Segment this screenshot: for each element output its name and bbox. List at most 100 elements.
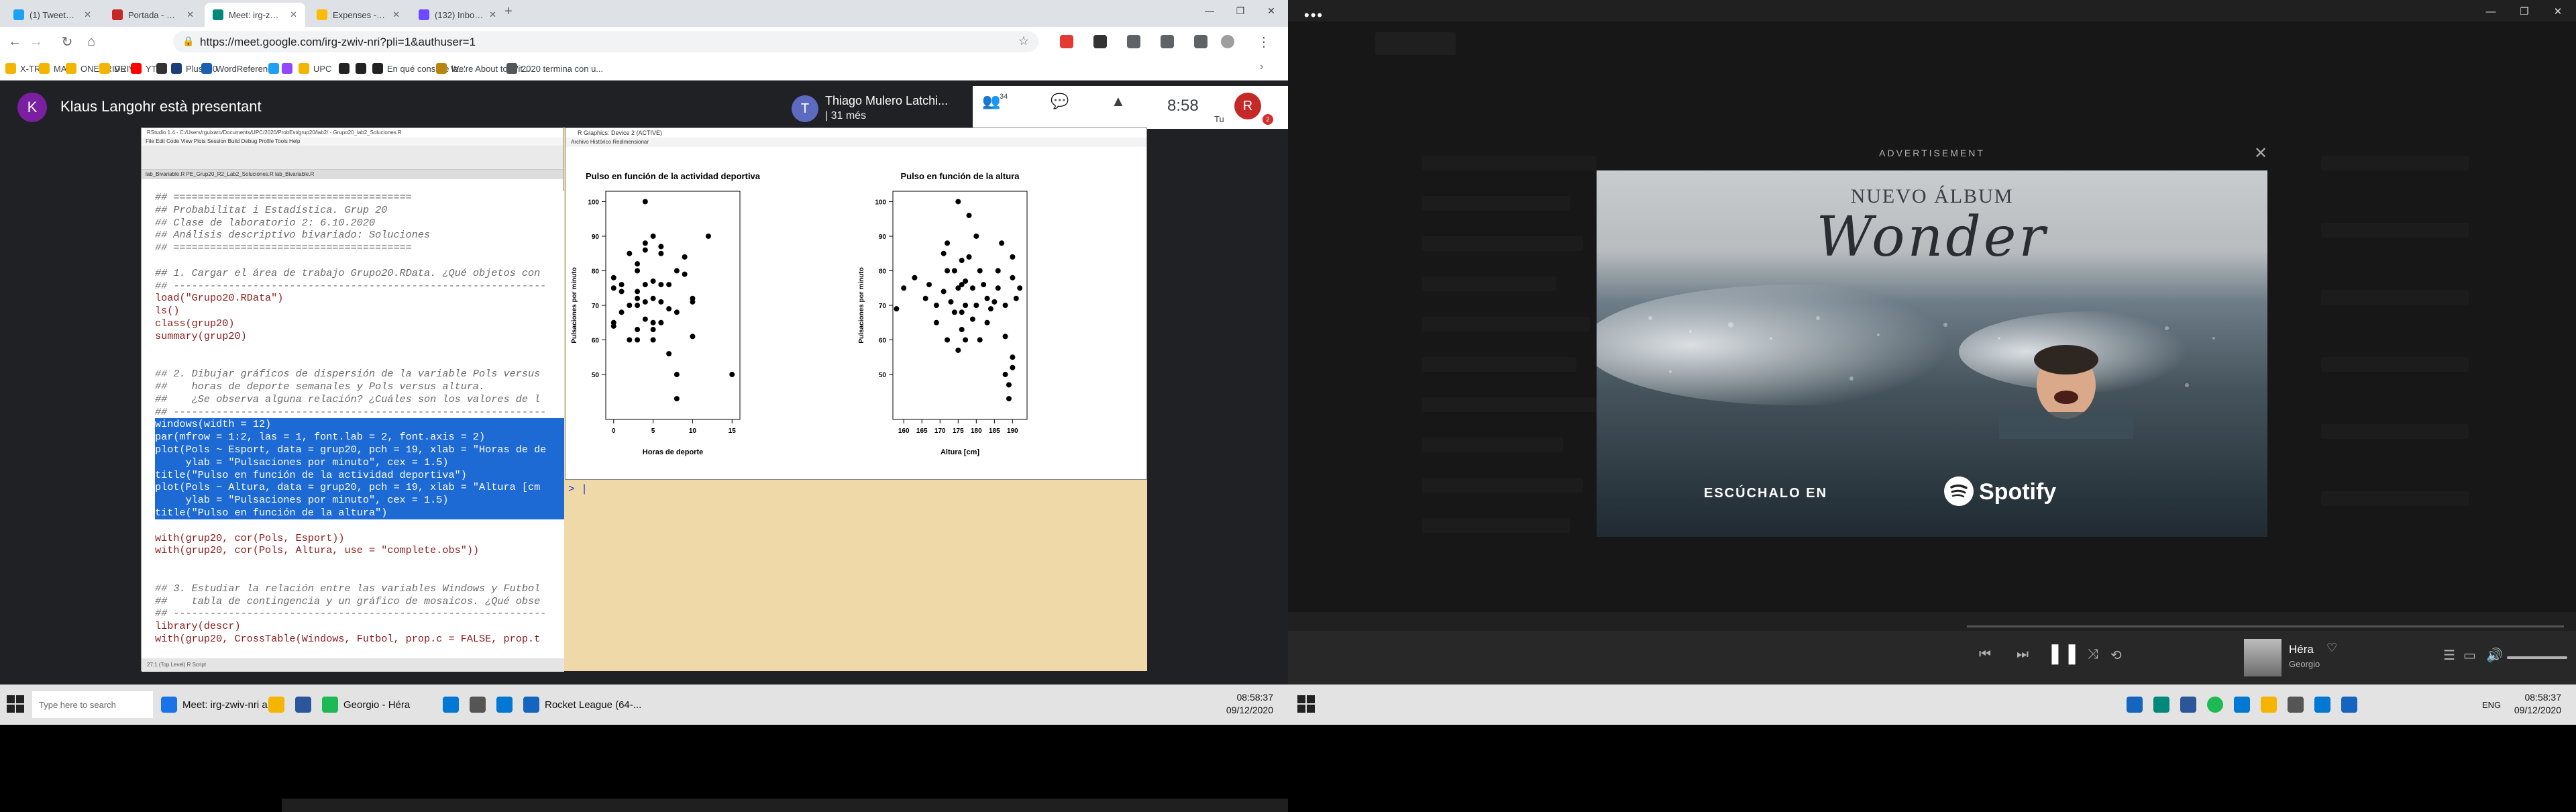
- close-icon[interactable]: ✕: [2254, 144, 2267, 163]
- code-line[interactable]: ## -------------------------------------…: [155, 406, 564, 419]
- code-line[interactable]: class(grup20): [155, 317, 564, 330]
- bookmark-item[interactable]: [156, 61, 171, 76]
- volume-slider[interactable]: [2507, 656, 2567, 659]
- new-tab-icon[interactable]: +: [504, 4, 513, 19]
- maximize-button[interactable]: ❐: [1225, 0, 1256, 21]
- next-icon[interactable]: ⏭: [2017, 647, 2029, 662]
- bookmark-item[interactable]: [268, 61, 283, 76]
- code-line[interactable]: load("Grupo20.RData"): [155, 292, 564, 305]
- activities-icon[interactable]: ▲: [1111, 93, 1126, 110]
- taskbar-app[interactable]: [496, 691, 518, 718]
- code-line[interactable]: [155, 519, 564, 532]
- playback-progress[interactable]: [1967, 625, 2564, 627]
- code-line[interactable]: library(descr): [155, 620, 564, 633]
- code-line[interactable]: ## ¿Se observa alguna relación? ¿Cuáles …: [155, 393, 564, 406]
- album-cover[interactable]: [2244, 639, 2282, 676]
- participant-tile[interactable]: T Thiago Mulero Latchi... | 31 més: [785, 89, 966, 128]
- volume-icon[interactable]: 🔊: [2486, 647, 2503, 664]
- code-line[interactable]: ## 3. Estudiar la relación entre las var…: [155, 582, 564, 595]
- windows-start-icon[interactable]: [1297, 695, 1315, 713]
- code-line[interactable]: with(grup20, CrossTable(Windows, Futbol,…: [155, 633, 564, 646]
- windows-start-icon[interactable]: [7, 695, 24, 713]
- code-line[interactable]: title("Pulso en función de la actividad …: [155, 468, 564, 482]
- address-bar[interactable]: 🔒 https://meet.google.com/irg-zwiv-nri?p…: [173, 31, 1038, 52]
- taskbar-app[interactable]: Meet: irg-zwiv-nri a...: [161, 691, 276, 718]
- bookmark-item[interactable]: [282, 61, 297, 76]
- close-window-button[interactable]: ✕: [1256, 0, 1287, 21]
- code-line[interactable]: ## -------------------------------------…: [155, 280, 564, 293]
- ad-banner[interactable]: NUEVO ÁLBUM Wonder ESCÚCHALO EN Spotify: [1597, 170, 2267, 537]
- folder-icon[interactable]: [2261, 697, 2277, 713]
- taskbar-app[interactable]: [443, 691, 464, 718]
- browser-tab[interactable]: (1) Tweets más recientes / Twitter✕: [5, 3, 99, 27]
- code-line[interactable]: par(mfrow = 1:2, las = 1, font.lab = 2, …: [155, 431, 564, 444]
- browser-tab[interactable]: (132) Inbox | rguixaro@protonm...✕: [411, 3, 504, 27]
- code-line[interactable]: ## tabla de contingencia y un gráfico de…: [155, 595, 564, 608]
- close-window-button[interactable]: ✕: [2542, 3, 2573, 20]
- bookmark-item[interactable]: WordReference: [201, 61, 277, 76]
- track-title[interactable]: Héra: [2289, 643, 2314, 656]
- code-line[interactable]: ## Clase de laboratorio 2: 6.10.2020: [155, 217, 564, 230]
- app-icon[interactable]: [2127, 697, 2143, 713]
- code-line[interactable]: ## =====================================…: [155, 191, 564, 204]
- extension-icon[interactable]: [1194, 35, 1208, 48]
- track-artist[interactable]: Georgio: [2289, 659, 2320, 669]
- code-line[interactable]: [155, 343, 564, 356]
- bookmark-item[interactable]: UPC: [299, 61, 331, 76]
- app-icon[interactable]: [2234, 697, 2250, 713]
- shuffle-icon[interactable]: ⤨: [2088, 647, 2098, 662]
- taskbar-app[interactable]: [295, 691, 317, 718]
- code-line[interactable]: ## 2. Dibujar gráficos de dispersión de …: [155, 368, 564, 380]
- close-tab-icon[interactable]: ✕: [284, 9, 297, 20]
- code-line[interactable]: ## Probabilitat i Estadística. Grup 20: [155, 204, 564, 217]
- language-indicator[interactable]: ENG: [2482, 691, 2501, 718]
- taskbar-app[interactable]: Rocket League (64-...: [523, 691, 641, 718]
- taskbar-app[interactable]: [268, 691, 290, 718]
- maximize-button[interactable]: ❐: [2509, 3, 2540, 20]
- code-line[interactable]: windows(width = 12): [155, 418, 564, 432]
- heart-icon[interactable]: ♡: [2326, 641, 2337, 655]
- browser-tab[interactable]: Portada - Racó de la FIB✕: [104, 3, 202, 27]
- code-line[interactable]: with(grup20, cor(Pols, Esport)): [155, 532, 564, 545]
- code-line[interactable]: ## 1. Cargar el área de trabajo Grupo20.…: [155, 267, 564, 280]
- code-line[interactable]: title("Pulso en función de la altura"): [155, 506, 564, 519]
- menu-kebab-icon[interactable]: ⋮: [1254, 32, 1273, 51]
- app-icon[interactable]: [2341, 697, 2357, 713]
- extension-icon[interactable]: [1060, 35, 1073, 48]
- bookmark-item[interactable]: [339, 61, 354, 76]
- minimize-button[interactable]: —: [2475, 3, 2506, 20]
- repeat-icon[interactable]: ⟲: [2110, 647, 2122, 664]
- code-line[interactable]: ## =====================================…: [155, 242, 564, 254]
- app-icon[interactable]: [2153, 697, 2169, 713]
- vscode-icon[interactable]: [2314, 697, 2330, 713]
- back-icon[interactable]: ←: [5, 32, 24, 51]
- star-icon[interactable]: ☆: [1018, 34, 1029, 48]
- code-line[interactable]: [155, 570, 564, 582]
- code-line[interactable]: [155, 557, 564, 570]
- previous-icon[interactable]: ⏮: [1979, 647, 1991, 662]
- browser-tab[interactable]: Meet: irg-zwiv-nri✕: [205, 3, 305, 27]
- taskbar-app[interactable]: Georgio - Héra: [322, 691, 410, 718]
- close-tab-icon[interactable]: ✕: [387, 9, 400, 20]
- close-tab-icon[interactable]: ✕: [181, 9, 194, 20]
- url-text[interactable]: https://meet.google.com/irg-zwiv-nri?pli…: [200, 36, 476, 49]
- code-line[interactable]: ## Análisis descriptivo bivariado: Soluc…: [155, 229, 564, 242]
- code-line[interactable]: plot(Pols ~ Altura, data = grup20, pch =…: [155, 481, 564, 495]
- pause-button[interactable]: ❚❚: [2047, 639, 2080, 667]
- bookmark-item[interactable]: 2020 termina con u...: [506, 61, 603, 76]
- extension-icon[interactable]: [1161, 35, 1174, 48]
- code-line[interactable]: plot(Pols ~ Esport, data = grup20, pch =…: [155, 443, 564, 456]
- minimize-button[interactable]: —: [1194, 0, 1225, 21]
- taskbar-app[interactable]: [470, 691, 491, 718]
- profile-avatar[interactable]: [1221, 35, 1234, 48]
- code-line[interactable]: ## -------------------------------------…: [155, 607, 564, 620]
- home-icon[interactable]: ⌂: [82, 32, 101, 51]
- chevron-right-icon[interactable]: ›: [1260, 61, 1263, 73]
- code-line[interactable]: summary(grup20): [155, 330, 564, 343]
- code-line[interactable]: ls(): [155, 305, 564, 317]
- forward-icon[interactable]: →: [27, 32, 46, 51]
- bookmark-item[interactable]: YT: [131, 61, 157, 76]
- spotify-icon[interactable]: [2207, 697, 2223, 713]
- code-line[interactable]: ## horas de deporte semanales y Pols ver…: [155, 380, 564, 393]
- taskbar-search[interactable]: Type here to search: [32, 691, 153, 718]
